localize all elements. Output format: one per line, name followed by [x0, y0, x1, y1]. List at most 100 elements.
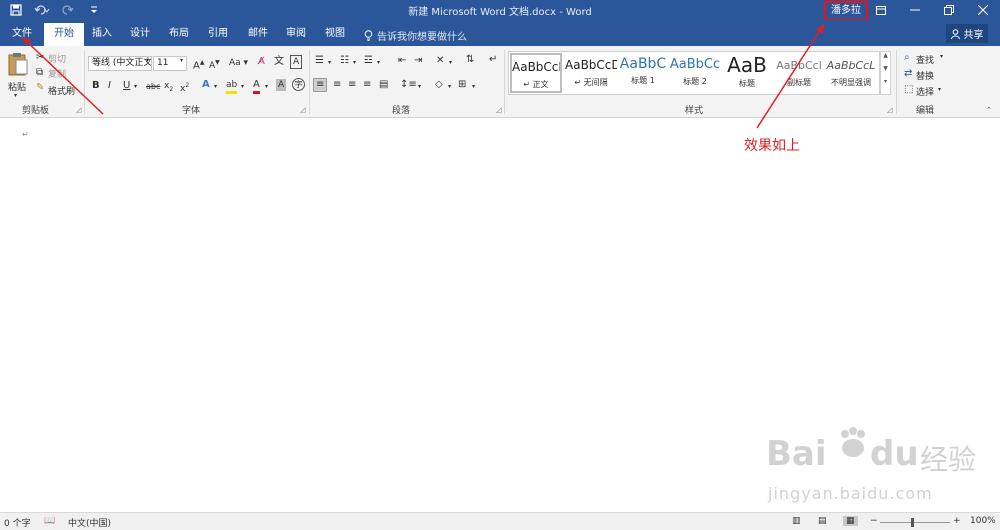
clear-formatting-icon[interactable]: A̸	[258, 56, 265, 68]
tab-view[interactable]: 视图	[319, 25, 351, 46]
line-spacing-dropdown-icon[interactable]: ▾	[418, 81, 421, 93]
character-shading-icon[interactable]: A	[276, 79, 287, 91]
chinese-layout-icon[interactable]: ✕	[436, 55, 444, 67]
select-dropdown-icon[interactable]: ▾	[938, 86, 941, 93]
print-layout-icon[interactable]: ▤	[818, 516, 827, 526]
italic-icon[interactable]: I	[108, 80, 111, 92]
tab-references[interactable]: 引用	[202, 25, 234, 46]
tab-design[interactable]: 设计	[124, 25, 156, 46]
font-size-dropdown-icon[interactable]: ▾	[180, 57, 183, 64]
shrink-font-icon[interactable]: A▼	[209, 57, 220, 72]
underline-icon[interactable]: U	[123, 80, 130, 92]
proofing-icon[interactable]: 📖	[44, 516, 55, 526]
select-button[interactable]: 选择	[916, 85, 934, 98]
align-left-icon[interactable]: ≡	[313, 78, 328, 92]
font-launcher-icon[interactable]: ◿	[300, 106, 305, 114]
style-no-spacing[interactable]: AaBbCcD ↵ 无间隔	[565, 53, 617, 93]
find-button[interactable]: 查找	[916, 53, 934, 66]
chinese-layout-dropdown-icon[interactable]: ▾	[449, 57, 452, 69]
scroll-up-icon[interactable]: ▲	[881, 52, 890, 59]
shading-dropdown-icon[interactable]: ▾	[448, 81, 451, 93]
font-color-icon[interactable]: A	[253, 79, 260, 94]
zoom-slider-track[interactable]	[880, 522, 950, 523]
underline-dropdown-icon[interactable]: ▾	[134, 81, 137, 93]
text-effects-dropdown-icon[interactable]: ▾	[214, 81, 217, 93]
paragraph-launcher-icon[interactable]: ◿	[496, 106, 501, 114]
ribbon-display-icon[interactable]	[864, 0, 898, 20]
zoom-in-icon[interactable]: +	[953, 516, 961, 526]
font-family-select[interactable]: 等线 (中文正文)	[88, 56, 152, 71]
tab-mailings[interactable]: 邮件	[242, 25, 274, 46]
cut-button[interactable]: 剪切	[48, 52, 66, 65]
sort-icon[interactable]: ⇅	[466, 54, 474, 66]
share-button[interactable]: 共享	[946, 24, 988, 43]
enclose-characters-icon[interactable]: 字	[292, 78, 305, 91]
replace-button[interactable]: 替换	[916, 69, 934, 82]
style-subtitle[interactable]: AaBbCcl 副标题	[773, 53, 825, 93]
style-title[interactable]: AaB 标题	[721, 53, 773, 93]
change-case-button[interactable]: Aa ▾	[229, 57, 248, 69]
borders-icon[interactable]: ⊞	[458, 79, 466, 91]
scroll-down-icon[interactable]: ▼	[881, 65, 890, 72]
tab-layout[interactable]: 布局	[163, 25, 195, 46]
highlight-dropdown-icon[interactable]: ▾	[241, 81, 244, 93]
styles-launcher-icon[interactable]: ◿	[887, 106, 892, 114]
highlight-icon[interactable]: ab	[226, 79, 238, 94]
font-color-dropdown-icon[interactable]: ▾	[265, 81, 268, 93]
tab-file[interactable]: 文件	[6, 25, 38, 46]
shading-icon[interactable]: ◇	[435, 79, 443, 91]
bullets-dropdown-icon[interactable]: ▾	[328, 57, 331, 69]
zoom-slider-thumb[interactable]	[911, 518, 914, 527]
phonetic-guide-icon[interactable]: 文	[274, 56, 284, 68]
user-account[interactable]: 潘多拉	[824, 1, 868, 21]
increase-indent-icon[interactable]: ⇥	[414, 55, 422, 67]
zoom-level[interactable]: 100%	[970, 516, 996, 526]
numbering-dropdown-icon[interactable]: ▾	[353, 57, 356, 69]
subscript-icon[interactable]: x2	[164, 80, 173, 96]
decrease-indent-icon[interactable]: ⇤	[398, 55, 406, 67]
font-family-dropdown-icon[interactable]: ▾	[146, 57, 149, 64]
character-border-icon[interactable]: A	[290, 55, 303, 69]
language-indicator[interactable]: 中文(中国)	[68, 516, 111, 529]
more-styles-icon[interactable]: ▾	[881, 78, 890, 85]
read-mode-icon[interactable]: ▥	[792, 516, 801, 526]
show-marks-icon[interactable]: ↵	[489, 54, 497, 66]
style-heading-2[interactable]: AaBbCc 标题 2	[669, 53, 721, 93]
copy-button[interactable]: 复制	[48, 67, 66, 80]
align-center-icon[interactable]: ≡	[333, 79, 341, 91]
grow-font-icon[interactable]: A▲	[193, 57, 204, 72]
paste-dropdown-icon[interactable]: ▾	[14, 92, 17, 99]
align-right-icon[interactable]: ≡	[348, 79, 356, 91]
find-dropdown-icon[interactable]: ▾	[940, 53, 943, 60]
tab-home[interactable]: 开始	[44, 23, 84, 46]
bullets-icon[interactable]: ☰	[315, 55, 324, 67]
minimize-icon[interactable]	[898, 0, 932, 20]
web-layout-icon[interactable]: ▦	[843, 516, 858, 526]
tab-insert[interactable]: 插入	[86, 25, 118, 46]
style-normal[interactable]: AaBbCcD ↵ 正文	[510, 53, 562, 93]
paste-button[interactable]: 粘贴 ▾	[6, 50, 30, 102]
style-heading-1[interactable]: AaBbC 标题 1	[617, 53, 669, 93]
zoom-out-icon[interactable]: −	[870, 516, 878, 526]
superscript-icon[interactable]: x2	[180, 80, 189, 95]
format-painter-button[interactable]: 格式刷	[48, 84, 75, 97]
close-icon[interactable]	[966, 0, 1000, 20]
styles-scrollbar[interactable]: ▲ ▼ ▾	[880, 51, 891, 95]
text-effects-icon[interactable]: A	[202, 79, 210, 91]
justify-icon[interactable]: ≡	[363, 79, 371, 91]
bold-icon[interactable]: B	[92, 80, 100, 92]
clipboard-launcher-icon[interactable]: ◿	[76, 106, 81, 114]
restore-icon[interactable]	[932, 0, 966, 20]
strikethrough-icon[interactable]: abc	[146, 81, 160, 93]
line-spacing-icon[interactable]: ↕≡	[400, 79, 417, 91]
tab-review[interactable]: 审阅	[280, 25, 312, 46]
collapse-ribbon-icon[interactable]: ⌃	[986, 106, 992, 114]
numbering-icon[interactable]: ☷	[340, 55, 349, 67]
style-subtle-emphasis[interactable]: AaBbCcL 不明显强调	[825, 53, 877, 93]
borders-dropdown-icon[interactable]: ▾	[472, 81, 475, 93]
distributed-icon[interactable]: ▤	[379, 79, 388, 91]
word-count[interactable]: 0 个字	[4, 516, 31, 529]
multilevel-dropdown-icon[interactable]: ▾	[377, 57, 380, 69]
multilevel-list-icon[interactable]: ☲	[364, 55, 373, 67]
tell-me-box[interactable]: 告诉我你想要做什么	[364, 28, 467, 43]
